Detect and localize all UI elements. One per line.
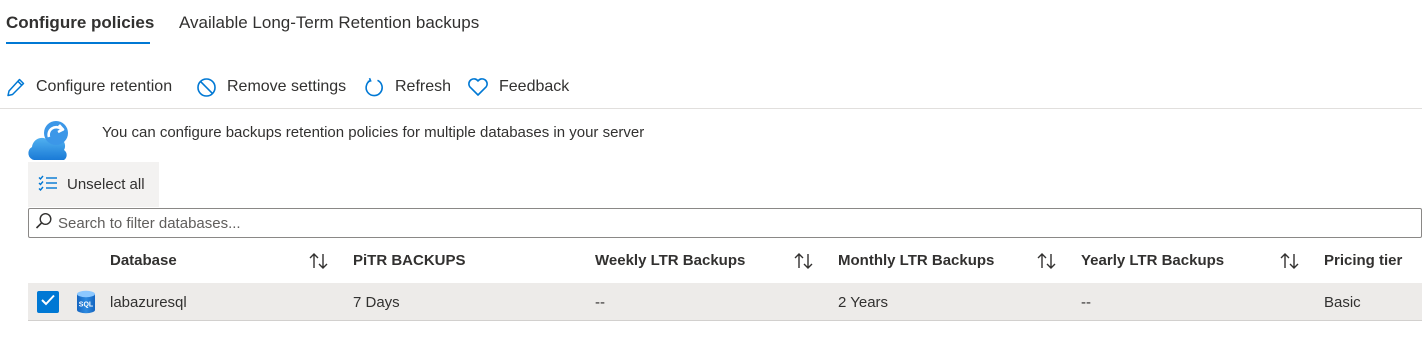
sql-database-icon: SQL	[76, 290, 96, 319]
configure-retention-label: Configure retention	[36, 78, 173, 95]
column-header-monthly-ltr[interactable]: Monthly LTR Backups	[838, 252, 994, 269]
heart-icon	[467, 77, 489, 97]
cell-pricing-tier: Basic	[1324, 294, 1361, 311]
column-header-pitr-backups[interactable]: PiTR BACKUPS	[353, 252, 466, 269]
unselect-all-label: Unselect all	[67, 176, 145, 193]
cell-pitr-backups: 7 Days	[353, 294, 400, 311]
feedback-button[interactable]: Feedback	[467, 74, 569, 100]
unselect-all-button[interactable]: Unselect all	[28, 162, 159, 207]
cell-yearly-ltr: --	[1081, 294, 1091, 311]
pencil-icon	[6, 77, 26, 97]
info-message: You can configure backups retention poli…	[102, 124, 645, 141]
sort-icon[interactable]	[793, 252, 815, 275]
toolbar-divider	[0, 108, 1422, 109]
blocked-icon	[196, 77, 217, 98]
refresh-label: Refresh	[395, 78, 452, 95]
svg-text:SQL: SQL	[79, 302, 94, 309]
cell-weekly-ltr: --	[595, 294, 605, 311]
command-bar: Configure retention Remove settings Refr…	[0, 66, 1422, 106]
sort-icon[interactable]	[1036, 252, 1058, 275]
column-header-database[interactable]: Database	[110, 252, 177, 269]
checkmark-icon	[41, 293, 55, 311]
configure-retention-button[interactable]: Configure retention	[6, 74, 172, 100]
row-checkbox[interactable]	[37, 291, 59, 313]
search-box	[28, 208, 1422, 238]
search-icon	[35, 212, 53, 235]
cell-monthly-ltr: 2 Years	[838, 294, 889, 311]
cell-database: labazuresql	[110, 294, 187, 311]
remove-settings-label: Remove settings	[227, 78, 347, 95]
remove-settings-button[interactable]: Remove settings	[196, 74, 346, 100]
tab-configure-policies[interactable]: Configure policies	[6, 13, 154, 33]
multi-select-icon	[38, 175, 58, 195]
active-tab-indicator	[6, 42, 150, 44]
sort-icon[interactable]	[308, 252, 330, 275]
column-header-yearly-ltr[interactable]: Yearly LTR Backups	[1081, 252, 1224, 269]
refresh-icon	[364, 77, 385, 98]
feedback-label: Feedback	[499, 78, 570, 95]
tab-bar: Configure policies Available Long-Term R…	[0, 0, 1422, 52]
table-row[interactable]	[28, 283, 1422, 321]
search-input[interactable]	[58, 214, 1358, 232]
tab-available-ltr-backups[interactable]: Available Long-Term Retention backups	[179, 13, 479, 33]
refresh-button[interactable]: Refresh	[364, 74, 451, 100]
column-header-weekly-ltr[interactable]: Weekly LTR Backups	[595, 252, 745, 269]
sort-icon[interactable]	[1279, 252, 1301, 275]
column-header-pricing-tier[interactable]: Pricing tier	[1324, 252, 1402, 269]
